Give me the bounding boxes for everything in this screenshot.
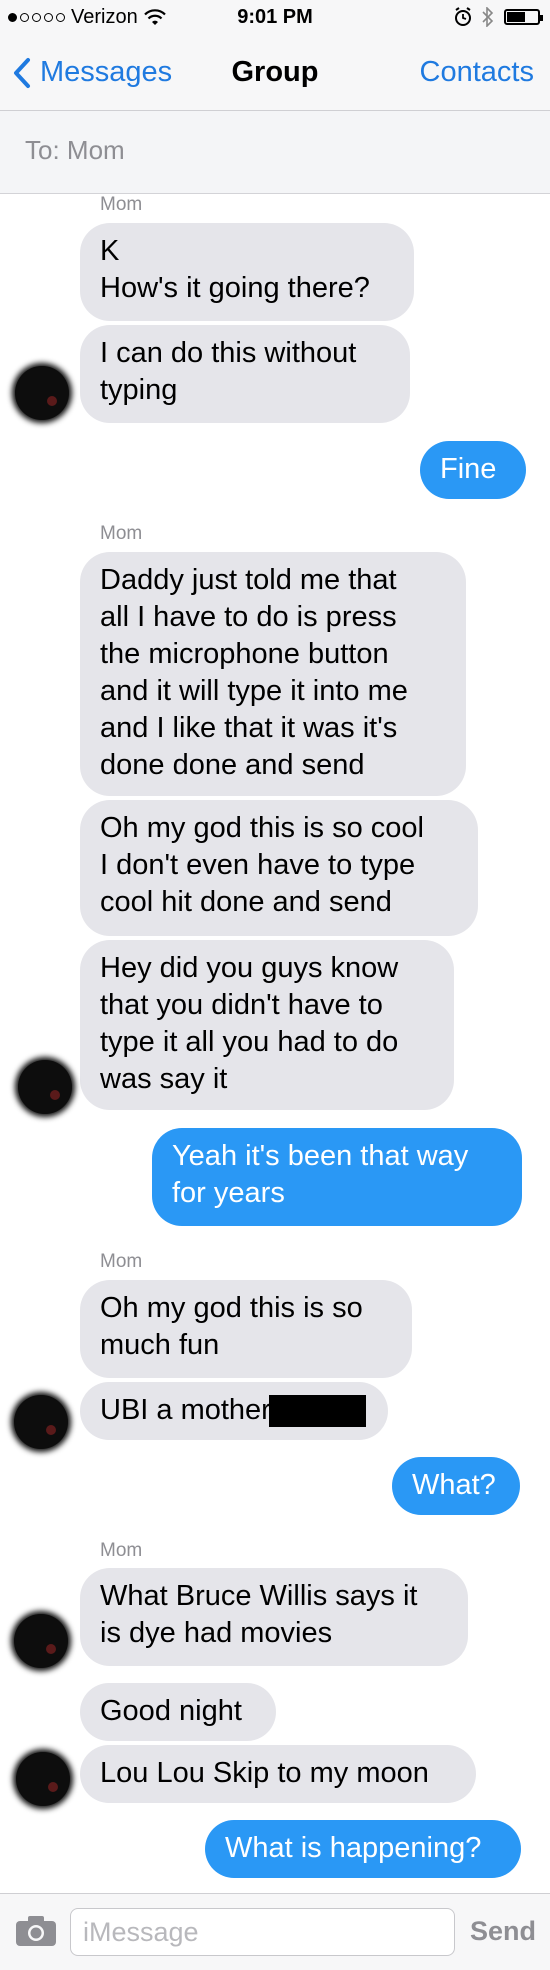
message-line: typing (100, 374, 178, 406)
outgoing-message[interactable]: Yeah it's been that way for years (152, 1128, 522, 1226)
battery-icon (504, 9, 543, 25)
contacts-button[interactable]: Contacts (420, 56, 534, 89)
recipients-label: To: Mom (25, 135, 125, 165)
incoming-message[interactable]: Oh my god this is so cool I don't even h… (80, 800, 478, 936)
message-line: the microphone button (100, 638, 389, 670)
sender-label: Mom (100, 1540, 143, 1561)
message-line: Yeah it's been that way (172, 1140, 469, 1172)
incoming-message[interactable]: Daddy just told me that all I have to do… (80, 552, 466, 796)
status-right (454, 7, 543, 27)
message-line: Oh my god this is so cool (100, 812, 424, 844)
sender-label: Mom (100, 523, 143, 544)
alarm-icon (455, 7, 471, 26)
sender-label: Mom (100, 194, 143, 215)
avatar (16, 1752, 70, 1806)
message-line: and I like that it was it's (100, 712, 398, 744)
message-line: type it all you had to do (100, 1026, 399, 1058)
message-line: Oh my god this is so (100, 1292, 363, 1324)
message-line: and it will type it into me (100, 675, 408, 707)
nav-bar: Messages Group Contacts (0, 38, 550, 111)
avatar (14, 1395, 68, 1449)
incoming-message[interactable]: I can do this without typing (80, 325, 410, 423)
message-line: Daddy just told me that (100, 564, 397, 596)
message-line: is dye had movies (100, 1617, 333, 1649)
message-line: was say it (100, 1063, 228, 1095)
message-text: UBI a mother (100, 1394, 271, 1426)
avatar (15, 366, 69, 420)
incoming-message[interactable]: Hey did you guys know that you didn't ha… (80, 940, 454, 1110)
outgoing-message[interactable]: Fine (420, 441, 526, 499)
avatar (14, 1614, 68, 1668)
outgoing-message[interactable]: What? (392, 1457, 520, 1515)
incoming-message[interactable]: UBI a mother (80, 1382, 388, 1440)
message-line: What Bruce Willis says it (100, 1580, 418, 1612)
compose-bar: Send (0, 1893, 550, 1970)
camera-icon[interactable] (14, 1914, 58, 1948)
message-line: I can do this without (100, 337, 357, 369)
incoming-message[interactable]: Oh my god this is so much fun (80, 1280, 412, 1378)
message-line: How's it going there? (100, 272, 370, 304)
message-line: much fun (100, 1329, 220, 1361)
incoming-message[interactable]: K How's it going there? (80, 223, 414, 321)
message-line: K (100, 235, 120, 267)
message-line: done done and send (100, 749, 365, 781)
sender-label: Mom (100, 1251, 143, 1272)
outgoing-message[interactable]: What is happening? (205, 1820, 521, 1878)
message-line: I don't even have to type (100, 849, 416, 881)
send-button[interactable]: Send (470, 1916, 536, 1947)
redaction-box (268, 1395, 366, 1428)
message-line: cool hit done and send (100, 886, 392, 918)
message-input[interactable] (70, 1908, 455, 1956)
incoming-message[interactable]: Good night (80, 1683, 276, 1741)
message-line: Hey did you guys know (100, 952, 399, 984)
recipients-bar[interactable]: To: Mom (0, 111, 550, 194)
avatar (18, 1060, 72, 1114)
message-line: that you didn't have to (100, 989, 383, 1021)
incoming-message[interactable]: Lou Lou Skip to my moon (80, 1745, 476, 1803)
bluetooth-icon (482, 7, 494, 27)
status-bar: Verizon 9:01 PM (0, 0, 550, 38)
incoming-message[interactable]: What Bruce Willis says it is dye had mov… (80, 1568, 468, 1666)
message-line: for years (172, 1177, 285, 1209)
message-line: all I have to do is press (100, 601, 397, 633)
